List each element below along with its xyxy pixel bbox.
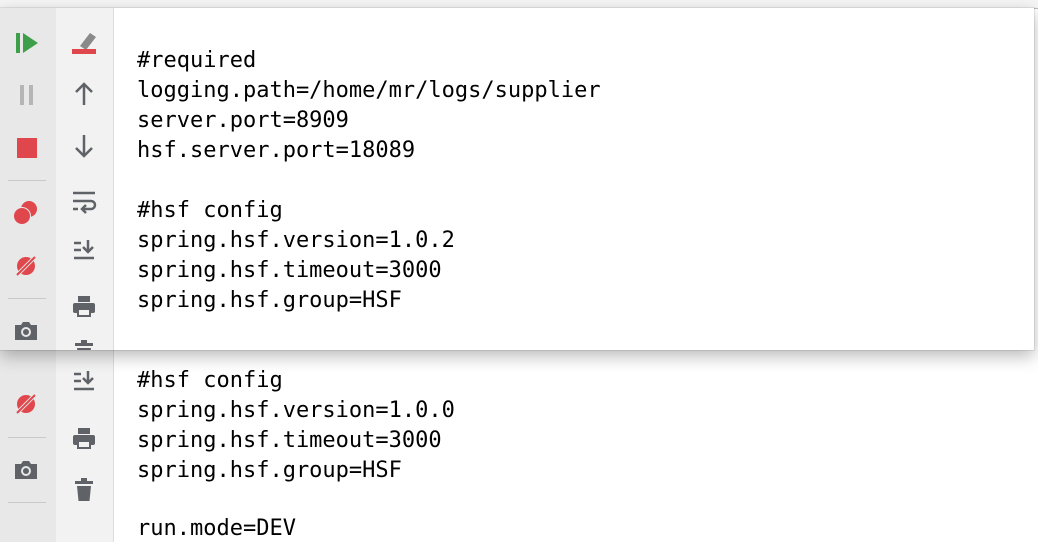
trash-icon[interactable] [70,338,98,350]
popup-line: spring.hsf.timeout=3000 [137,258,442,283]
stop-icon[interactable] [13,134,41,162]
toolbar-separator [8,180,46,181]
editor-line: run.mode=DEV [137,516,296,541]
preview-popup[interactable]: #required logging.path=/home/mr/logs/sup… [0,8,1034,350]
screenshot-icon[interactable] [12,456,40,484]
down-arrow-icon[interactable] [70,132,98,160]
rerun-icon[interactable] [13,29,41,57]
print-icon[interactable] [70,424,98,452]
clear-all-icon[interactable] [70,29,98,57]
editor-line: #hsf config [137,368,283,393]
popup-line: spring.hsf.group=HSF [137,288,402,313]
soft-wrap-icon[interactable] [70,188,98,216]
top-strip [0,0,1038,8]
toolbar-separator [8,298,46,299]
toolbar-separator [8,437,46,438]
popup-line: spring.hsf.version=1.0.2 [137,228,455,253]
up-arrow-icon[interactable] [70,80,98,108]
popup-line: logging.path=/home/mr/logs/supplier [137,78,601,103]
editor-line: spring.hsf.group=HSF [137,458,402,483]
view-breakpoints-icon[interactable] [12,199,40,227]
popup-line: server.port=8909 [137,108,349,133]
trash-icon[interactable] [70,476,98,504]
popup-line: hsf.server.port=18089 [137,138,416,163]
mute-breakpoints-icon[interactable] [12,252,40,280]
print-icon[interactable] [70,292,98,320]
pause-icon[interactable] [13,81,41,109]
popup-line: #required [137,48,257,73]
scroll-to-end-icon[interactable] [70,367,98,395]
scroll-to-end-icon[interactable] [70,236,98,264]
screenshot-icon[interactable] [12,317,40,345]
editor-line: spring.hsf.version=1.0.0 [137,398,455,423]
editor-line: spring.hsf.timeout=3000 [137,428,442,453]
popup-line: #hsf config [137,198,283,223]
mute-breakpoints-icon[interactable] [12,390,40,418]
toolbar-separator [8,502,46,503]
